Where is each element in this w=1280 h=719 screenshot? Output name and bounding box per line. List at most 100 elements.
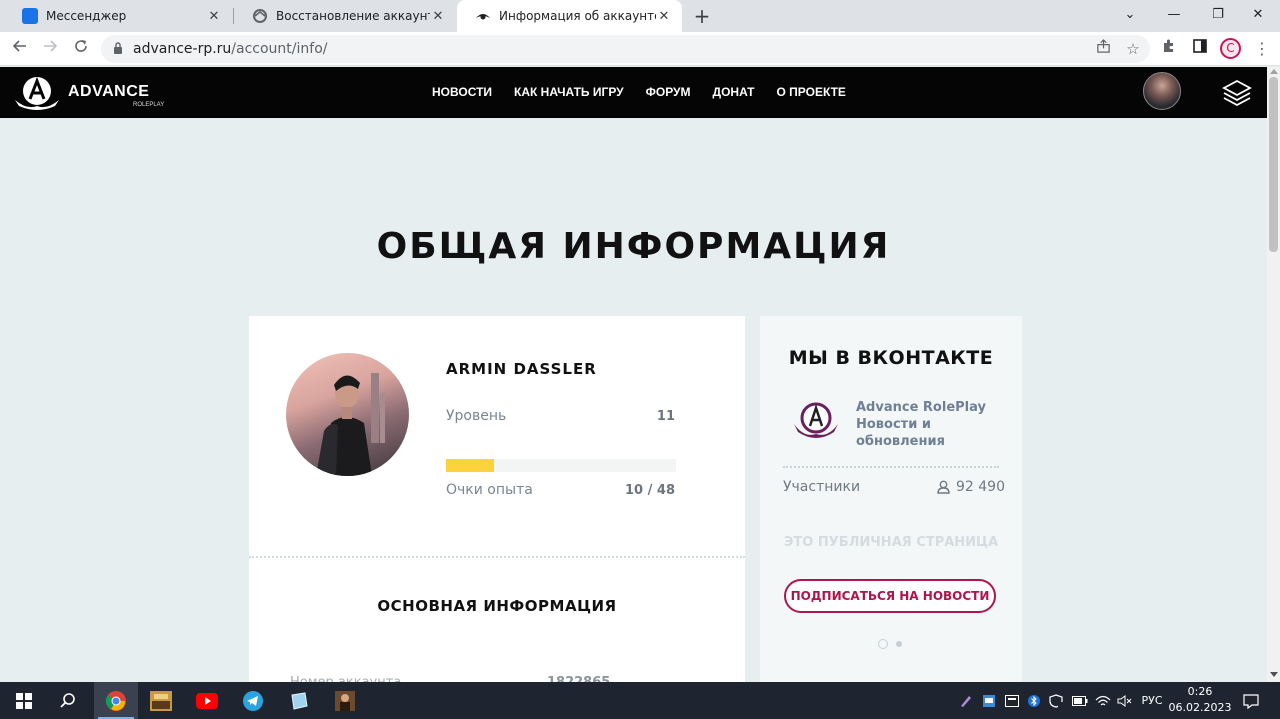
forum-favicon-icon	[253, 9, 267, 23]
tab-title: Информация об аккаунте | Adva	[499, 9, 656, 23]
vk-group-name[interactable]: Advance RolePlay Новости и обновления	[856, 399, 1022, 450]
advance-favicon-icon	[476, 14, 490, 20]
scroll-thumb[interactable]	[1269, 77, 1278, 252]
nav-forum[interactable]: ФОРУМ	[646, 85, 691, 99]
nav-donate[interactable]: ДОНАТ	[713, 85, 755, 99]
youtube-taskbar-icon[interactable]	[185, 682, 229, 719]
basic-info-title: ОСНОВНАЯ ИНФОРМАЦИЯ	[377, 597, 617, 615]
windows-start-icon[interactable]	[2, 682, 46, 719]
nav-how-to-start[interactable]: КАК НАЧАТЬ ИГРУ	[514, 85, 624, 99]
messenger-favicon-icon	[22, 8, 38, 24]
vk-members-label: Участники	[783, 479, 861, 495]
browser-toolbar: advance-rp.ru/account/info/ ☆ C ⋮	[0, 32, 1280, 66]
restore-icon[interactable]: ❐	[1196, 0, 1240, 32]
battery-icon[interactable]	[1070, 682, 1090, 719]
xp-progress-fill	[446, 459, 494, 472]
page-title: ОБЩАЯ ИНФОРМАЦИЯ	[376, 226, 891, 267]
system-clock[interactable]: 0:26 06.02.2023	[1168, 684, 1232, 716]
forward-arrow-icon[interactable]	[38, 37, 62, 61]
extensions-icon[interactable]	[1157, 37, 1181, 61]
new-tab-button[interactable]: +	[692, 5, 712, 27]
sidepanel-icon[interactable]	[1188, 37, 1212, 61]
tab-title: Мессенджер	[46, 9, 127, 23]
vk-widget: МЫ В ВКОНТАКТЕ Advance RolePlay Новости …	[760, 316, 1022, 682]
user-avatar[interactable]	[1143, 72, 1181, 110]
tab-close-icon[interactable]: ✕	[430, 9, 446, 24]
scroll-down-arrow-icon[interactable]	[1270, 672, 1278, 677]
wifi-icon[interactable]	[1093, 682, 1113, 719]
player-character-image	[316, 373, 385, 476]
section-divider	[249, 556, 745, 558]
vk-widget-title: МЫ В ВКОНТАКТЕ	[788, 347, 994, 369]
share-icon[interactable]	[1091, 37, 1115, 61]
page-scrollbar[interactable]	[1267, 67, 1280, 682]
vk-group-tagline: Новости и обновления	[856, 417, 945, 449]
level-label: Уровень	[446, 408, 507, 424]
tab-title: Восстановление аккаунтов (СТР	[276, 9, 430, 23]
minimize-icon[interactable]: —	[1152, 0, 1196, 32]
windows-taskbar: РУС 0:26 06.02.2023	[0, 682, 1280, 719]
volume-muted-icon[interactable]	[1115, 682, 1135, 719]
game-taskbar-icon[interactable]	[323, 682, 367, 719]
account-card: ARMIN DASSLER Уровень 11 Очки опыта 10 /…	[249, 316, 745, 690]
carousel-dot-active[interactable]	[878, 639, 888, 649]
back-arrow-icon[interactable]	[8, 37, 32, 61]
notes-taskbar-icon[interactable]	[277, 682, 321, 719]
profile-icon[interactable]: C	[1220, 38, 1241, 59]
xp-value: 10 / 48	[625, 483, 675, 498]
tab-search-icon[interactable]: ⌄	[1108, 0, 1152, 32]
player-avatar	[286, 353, 409, 476]
vk-members-number: 92 490	[956, 479, 1005, 495]
url-host: advance-rp.ru	[133, 41, 232, 57]
scroll-up-arrow-icon[interactable]	[1270, 69, 1278, 74]
url-path: /account/info/	[231, 41, 328, 57]
tab-account-info[interactable]: Информация об аккаунте | Adva ✕	[457, 0, 682, 32]
network-app-icon[interactable]	[980, 682, 998, 719]
layers-menu-icon[interactable]	[1222, 78, 1252, 108]
xp-progress-bar	[446, 459, 676, 472]
url-text[interactable]: advance-rp.ru/account/info/	[133, 41, 327, 57]
menu-kebab-icon[interactable]: ⋮	[1250, 37, 1274, 61]
site-header: ADVANCE ROLEPLAY НОВОСТИ КАК НАЧАТЬ ИГРУ…	[0, 67, 1267, 118]
clock-date: 06.02.2023	[1168, 701, 1232, 714]
main-nav: НОВОСТИ КАК НАЧАТЬ ИГРУ ФОРУМ ДОНАТ О ПР…	[432, 85, 846, 99]
security-shield-icon[interactable]	[1047, 682, 1065, 719]
star-icon[interactable]: ☆	[1121, 37, 1145, 61]
pen-icon[interactable]	[957, 682, 975, 719]
tab-close-icon[interactable]: ✕	[656, 9, 672, 24]
advance-emblem-icon	[15, 76, 59, 110]
vk-members-count: 92 490	[937, 479, 1005, 495]
reload-icon[interactable]	[69, 37, 93, 61]
tab-close-icon[interactable]: ✕	[206, 9, 222, 24]
game-launcher-taskbar-icon[interactable]	[139, 682, 183, 719]
keyboard-icon[interactable]	[1003, 682, 1021, 719]
tab-messenger[interactable]: Мессенджер ✕	[4, 0, 232, 32]
vk-public-note: ЭТО ПУБЛИЧНАЯ СТРАНИЦА	[783, 535, 999, 550]
browser-tab-strip: Мессенджер ✕ Восстановление аккаунтов (С…	[0, 0, 1280, 32]
tab-account-recovery[interactable]: Восстановление аккаунтов (СТР ✕	[234, 0, 456, 32]
player-name: ARMIN DASSLER	[446, 360, 597, 378]
chrome-taskbar-icon[interactable]	[94, 682, 138, 719]
telegram-taskbar-icon[interactable]	[231, 682, 275, 719]
nav-news[interactable]: НОВОСТИ	[432, 85, 492, 99]
advance-group-logo-icon[interactable]	[790, 398, 842, 442]
vk-divider	[783, 466, 999, 468]
carousel-dot[interactable]	[896, 641, 902, 647]
logo-subtext: ROLEPLAY	[133, 102, 165, 108]
language-indicator[interactable]: РУС	[1138, 682, 1166, 719]
close-window-icon[interactable]: ✕	[1236, 0, 1280, 32]
notifications-icon[interactable]	[1240, 682, 1262, 719]
advance-logo[interactable]: ADVANCE ROLEPLAY	[12, 74, 165, 112]
xp-label: Очки опыта	[446, 482, 533, 498]
bluetooth-icon[interactable]	[1026, 682, 1042, 719]
address-bar[interactable]: advance-rp.ru/account/info/ ☆	[101, 35, 1150, 63]
nav-about[interactable]: О ПРОЕКТЕ	[776, 85, 845, 99]
logo-text: ADVANCE	[68, 83, 150, 100]
user-icon	[937, 480, 950, 494]
level-value: 11	[656, 409, 675, 424]
search-icon[interactable]	[46, 682, 90, 719]
clock-time: 0:26	[1187, 685, 1213, 698]
lock-icon[interactable]	[113, 42, 123, 54]
subscribe-button[interactable]: ПОДПИСАТЬСЯ НА НОВОСТИ	[784, 579, 996, 613]
vk-group-title[interactable]: Advance RolePlay	[856, 399, 1022, 416]
